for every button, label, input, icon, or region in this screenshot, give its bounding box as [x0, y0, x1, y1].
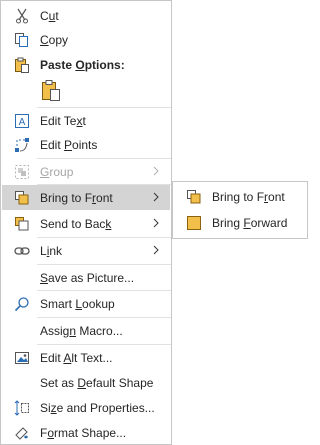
paste-picture-button[interactable]	[37, 77, 65, 105]
menu-item-label: Bring to Front	[212, 189, 285, 204]
menu-item-edit-alt-text[interactable]: Edit Alt Text...	[2, 345, 170, 370]
menu-item-label: Bring to Front	[40, 190, 113, 205]
bring-to-front-icon	[185, 188, 203, 206]
menu-item-label: Copy	[40, 32, 69, 47]
menu-item-label: Bring Forward	[212, 215, 288, 230]
menu-item-label: Cut	[40, 8, 59, 23]
smart-lookup-icon	[13, 295, 31, 313]
menu-item-label: Send to Back	[40, 216, 112, 231]
menu-item-send-to-back[interactable]: Send to Back	[2, 211, 170, 236]
send-to-back-icon	[13, 215, 31, 233]
chevron-right-icon	[150, 243, 162, 257]
menu-item-group[interactable]: Group	[2, 159, 170, 184]
alt-text-icon	[13, 349, 31, 367]
submenu-item-bring-to-front[interactable]: Bring to Front	[174, 184, 306, 209]
bring-to-front-submenu: Bring to Front Bring Forward	[172, 181, 308, 239]
format-shape-icon	[13, 424, 31, 442]
scissors-icon	[13, 7, 31, 25]
edit-points-icon	[13, 136, 31, 154]
menu-item-label: Smart Lookup	[40, 296, 115, 311]
link-icon	[13, 242, 31, 260]
paste-options-label: Paste Options:	[40, 57, 125, 72]
menu-item-assign-macro[interactable]: Assign Macro...	[2, 318, 170, 343]
menu-item-label: Save as Picture...	[40, 270, 135, 285]
svg-text:A: A	[19, 117, 26, 128]
paste-picture-icon	[42, 80, 60, 101]
menu-item-label: Link	[40, 243, 63, 258]
menu-item-link[interactable]: Link	[2, 238, 170, 263]
menu-item-smart-lookup[interactable]: Smart Lookup	[2, 291, 170, 316]
menu-item-label: Edit Alt Text...	[40, 350, 113, 365]
menu-item-copy[interactable]: Copy	[2, 27, 170, 52]
bring-forward-icon	[185, 214, 203, 232]
menu-item-cut[interactable]: Cut	[2, 3, 170, 28]
edit-text-icon: A	[13, 112, 31, 130]
menu-item-label: Edit Text	[40, 113, 86, 128]
chevron-right-icon	[150, 164, 162, 178]
submenu-item-bring-forward[interactable]: Bring Forward	[174, 210, 306, 235]
menu-item-edit-text[interactable]: A Edit Text	[2, 108, 170, 133]
copy-icon	[13, 31, 31, 49]
menu-item-label: Format Shape...	[40, 425, 127, 440]
menu-item-set-default-shape[interactable]: Set as Default Shape	[2, 370, 170, 395]
menu-item-bring-to-front[interactable]: Bring to Front	[2, 185, 170, 210]
chevron-right-icon	[150, 216, 162, 230]
menu-item-label: Group	[40, 164, 74, 179]
menu-item-label: Size and Properties...	[40, 400, 155, 415]
menu-item-size-properties[interactable]: Size and Properties...	[2, 395, 170, 420]
bring-to-front-icon	[13, 189, 31, 207]
group-icon	[13, 163, 31, 181]
menu-item-format-shape[interactable]: Format Shape...	[2, 420, 170, 445]
size-properties-icon	[13, 399, 31, 417]
menu-item-edit-points[interactable]: Edit Points	[2, 132, 170, 157]
paste-icon	[13, 56, 31, 74]
menu-item-label: Set as Default Shape	[40, 375, 154, 390]
paste-options-header: Paste Options:	[2, 52, 170, 77]
chevron-right-icon	[150, 190, 162, 204]
menu-item-label: Edit Points	[40, 137, 98, 152]
menu-item-label: Assign Macro...	[40, 323, 123, 338]
context-menu: Cut Copy Paste Options: A Edit Text Edit…	[0, 0, 172, 445]
menu-item-save-as-picture[interactable]: Save as Picture...	[2, 265, 170, 290]
